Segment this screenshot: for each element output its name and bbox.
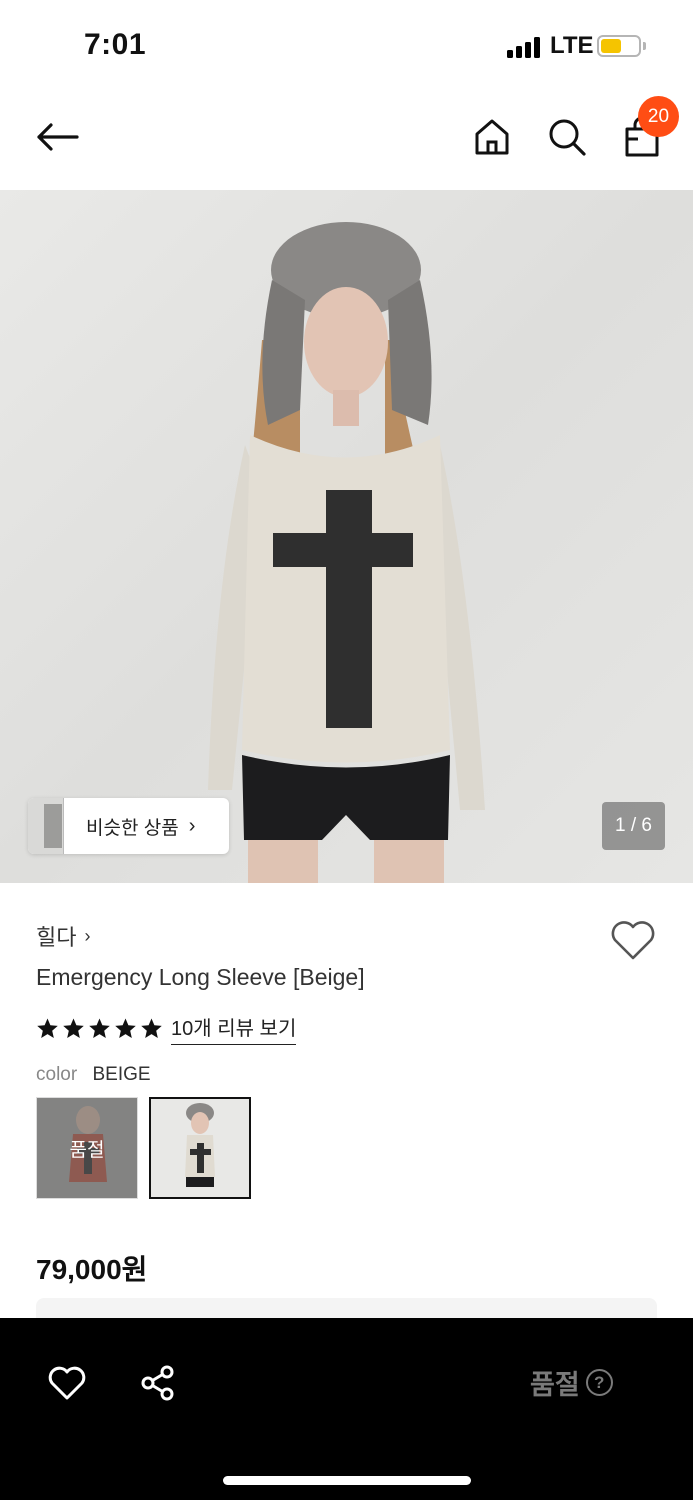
bottom-action-bar: 품절 ? (0, 1318, 693, 1500)
brand-link[interactable]: 힐다 › (36, 920, 90, 952)
status-bar: 7:01 LTE (0, 0, 693, 90)
heart-icon (611, 921, 655, 960)
home-button[interactable] (467, 112, 517, 162)
color-swatch-selected[interactable] (149, 1097, 251, 1199)
star-icon (63, 1018, 84, 1038)
product-photo (0, 190, 693, 883)
heart-icon (48, 1366, 86, 1400)
similar-products-label: 비슷한 상품 (86, 817, 179, 839)
status-time: 7:01 (84, 28, 147, 61)
product-image[interactable] (0, 190, 693, 883)
reviews-link[interactable]: 10개 리뷰 보기 (171, 1012, 297, 1045)
star-icon (37, 1018, 58, 1038)
bottom-wishlist-button[interactable] (42, 1358, 92, 1408)
cart-count-badge: 20 (638, 96, 679, 137)
color-value: BEIGE (92, 1064, 151, 1085)
battery-icon (597, 35, 641, 57)
search-icon (549, 119, 586, 156)
signal-icon (507, 36, 543, 58)
sold-out-status[interactable]: 품절 ? (530, 1363, 613, 1402)
color-label: color (36, 1064, 78, 1085)
chevron-right-icon: › (188, 814, 196, 837)
star-rating (36, 1017, 163, 1040)
star-icon (89, 1018, 110, 1038)
chevron-right-icon: › (84, 925, 91, 946)
share-button[interactable] (133, 1358, 183, 1408)
arrow-left-icon (37, 123, 79, 151)
home-indicator (223, 1476, 471, 1485)
similar-thumbnail (28, 798, 64, 854)
price: 79,000원 (36, 1254, 148, 1285)
star-icon (141, 1018, 162, 1038)
star-icon (115, 1018, 136, 1038)
image-counter: 1 / 6 (602, 802, 665, 850)
swatch-image (151, 1099, 249, 1197)
similar-products-button[interactable]: 비슷한 상품 › (28, 798, 229, 854)
home-icon (475, 119, 509, 155)
wishlist-button[interactable] (609, 918, 657, 962)
color-swatch[interactable]: 품절 (36, 1097, 138, 1199)
rating-row: 10개 리뷰 보기 (36, 1012, 297, 1045)
sold-out-label: 품절 (530, 1370, 580, 1400)
battery-tip (643, 42, 646, 50)
nav-bar (0, 90, 693, 190)
sold-out-overlay: 품절 (37, 1098, 137, 1198)
color-row: color BEIGE (36, 1064, 151, 1086)
network-type: LTE (550, 32, 594, 59)
question-circle-icon: ? (585, 1369, 613, 1396)
back-button[interactable] (32, 112, 82, 162)
share-icon (141, 1365, 174, 1401)
brand-name: 힐다 (36, 925, 77, 950)
product-name: Emergency Long Sleeve [Beige] (36, 964, 365, 990)
search-button[interactable] (542, 112, 592, 162)
